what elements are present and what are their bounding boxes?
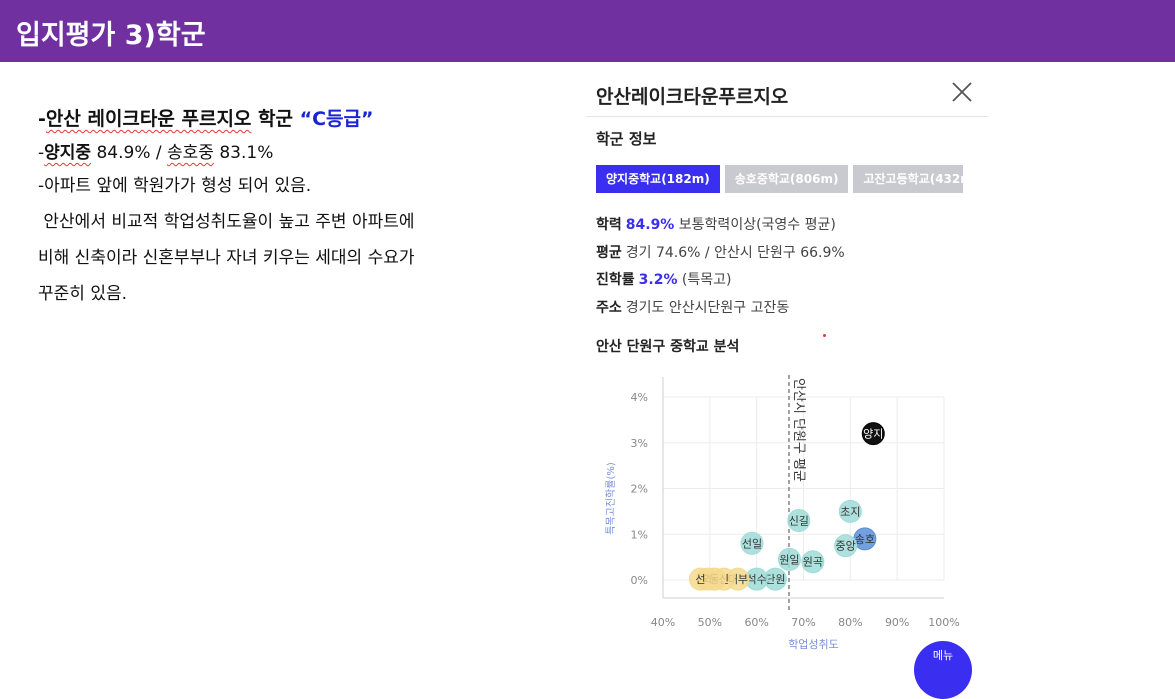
menu-fab-button[interactable]: 메뉴 xyxy=(914,641,972,699)
x-tick-label: 70% xyxy=(791,616,815,629)
section-title: 학군 정보 xyxy=(596,130,657,148)
paragraph-line-1: -아파트 앞에 학원가가 형성 되어 있음. xyxy=(38,176,312,196)
school-tabs: 양지중학교(182m)송호중학교(806m)고잔고등학교(432m) xyxy=(596,165,963,193)
school2-name: 송호중 xyxy=(167,143,214,163)
slide-title: 입지평가 3)학군 xyxy=(16,20,206,51)
info-key: 주소 xyxy=(596,299,622,316)
school1-score: 84.9% / xyxy=(91,143,168,163)
info-row-average: 평균 경기 74.6% / 안산시 단원구 66.9% xyxy=(596,240,845,268)
x-tick-label: 50% xyxy=(698,616,722,629)
info-key: 평균 xyxy=(596,244,622,261)
school1-name: 양지중 xyxy=(44,143,92,163)
average-value: 경기 74.6% / 안산시 단원구 66.9% xyxy=(625,244,845,261)
point-label: 원곡 xyxy=(803,556,823,569)
point-label: 석수 xyxy=(747,573,767,586)
point-label: 초지 xyxy=(840,505,860,518)
divider xyxy=(586,116,989,117)
headline-suffix: 학군 xyxy=(251,108,300,130)
left-text-block: -안산 레이크타운 푸르지오 학군 “C등급” -양지중 84.9% / 송호중… xyxy=(38,104,558,312)
close-icon[interactable] xyxy=(950,80,974,104)
info-key: 진학률 xyxy=(596,272,635,288)
tab-school-1[interactable]: 양지중학교(182m) xyxy=(596,165,720,193)
point-label: 중앙 xyxy=(836,540,856,553)
chart-title: 안산 단원구 중학교 분석 xyxy=(596,339,740,355)
school2-score: 83.1% xyxy=(213,143,274,163)
x-tick-label: 100% xyxy=(928,616,959,629)
paragraph-line-2: 안산에서 비교적 학업성취도율이 높고 주변 아파트에 xyxy=(38,212,415,232)
school-scores: -양지중 84.9% / 송호중 83.1% xyxy=(38,138,558,168)
x-tick-label: 40% xyxy=(651,616,675,629)
address-value: 경기도 안산시단원구 고잔동 xyxy=(625,299,790,316)
y-axis-label: 특목고진학률(%) xyxy=(605,462,617,535)
paragraph-line-3: 비해 신축이라 신혼부부나 자녀 키우는 세대의 수요가 xyxy=(38,248,415,268)
headline-apartment-name: 안산 레이크타운 푸르지오 xyxy=(45,108,252,130)
point-label: 양지 xyxy=(863,428,883,441)
point-label: 신길 xyxy=(789,515,809,528)
y-tick-label: 3% xyxy=(631,437,648,450)
x-axis-label: 학업성취도 xyxy=(788,638,839,651)
paragraph-line-4: 꾸준히 있음. xyxy=(38,284,128,304)
headline-prefix: - xyxy=(38,108,46,130)
advancement-desc: (특목고) xyxy=(677,272,732,288)
achievement-value: 84.9% xyxy=(625,217,675,233)
x-tick-label: 80% xyxy=(838,616,862,629)
y-tick-label: 1% xyxy=(631,528,648,541)
tab-school-2[interactable]: 송호중학교(806m) xyxy=(724,165,849,193)
x-tick-label: 90% xyxy=(885,616,909,629)
info-row-advancement: 진학률 3.2% (특목고) xyxy=(596,267,845,295)
red-dot-marker xyxy=(823,334,826,337)
achievement-desc: 보통학력이상(국영수 평균) xyxy=(674,217,836,233)
tab-school-3[interactable]: 고잔고등학교(432m) xyxy=(853,165,963,193)
point-label: 원일 xyxy=(779,552,799,566)
y-tick-label: 4% xyxy=(631,391,648,404)
grade-label: “C등급” xyxy=(299,108,374,130)
advancement-value: 3.2% xyxy=(638,272,678,288)
y-tick-label: 2% xyxy=(631,483,648,496)
info-row-address: 주소 경기도 안산시단원구 고잔동 xyxy=(596,295,845,323)
reference-line-label: 안산시 단원구 평균 xyxy=(791,378,806,482)
scatter-chart: 0% 1% 2% 3% 4% 40% 50% 60% 70% 80% 90% 100% 안산시 단원구 … xyxy=(605,375,960,651)
fab-label: 메뉴 xyxy=(932,649,954,662)
point-label: 단원 xyxy=(765,573,785,586)
y-tick-label: 0% xyxy=(631,574,648,587)
info-row-achievement: 학력 84.9% 보통학력이상(국영수 평균) xyxy=(596,212,845,240)
school-info: 학력 84.9% 보통학력이상(국영수 평균) 평균 경기 74.6% / 안산시 … xyxy=(596,212,845,322)
point-label: 송호 xyxy=(855,533,875,546)
point-label: 선일 xyxy=(742,536,762,550)
x-tick-label: 60% xyxy=(744,616,768,629)
headline: -안산 레이크타운 푸르지오 학군 “C등급” xyxy=(38,104,558,134)
slide-header: 입지평가 3)학군 xyxy=(0,0,1175,62)
info-key: 학력 xyxy=(596,217,622,233)
panel-title: 안산레이크타운푸르지오 xyxy=(596,86,789,108)
point-label: 선 xyxy=(695,573,705,586)
